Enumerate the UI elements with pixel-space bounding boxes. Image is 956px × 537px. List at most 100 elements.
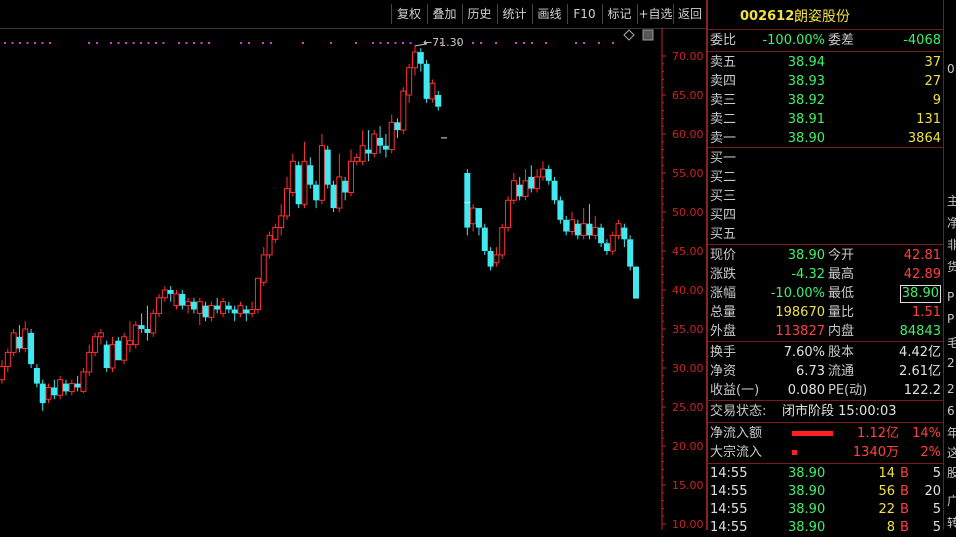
- stat-label: 总量: [710, 305, 737, 320]
- fund-value: 2.61亿: [899, 364, 941, 379]
- candle: [16, 325, 23, 353]
- candle-body: [615, 223, 622, 236]
- candle: [179, 290, 186, 310]
- high-marker-label: ←71.30: [423, 36, 464, 49]
- signal-dot: [575, 42, 577, 44]
- candle: [68, 379, 75, 396]
- clipped-text: 主: [947, 192, 956, 209]
- quote-panel: 002612 朗姿股份 委比 -100.00% 委差 -4068 卖五 38.94…: [708, 0, 943, 535]
- signal-dot: [110, 42, 112, 44]
- candle-body: [278, 215, 285, 229]
- candle: [161, 286, 168, 302]
- candle-body: [609, 234, 616, 252]
- candle-body: [295, 165, 302, 205]
- tick-side: B: [900, 502, 909, 517]
- candle-body: [33, 368, 40, 384]
- candle: [598, 223, 605, 248]
- candle-body: [68, 383, 75, 392]
- candle-body: [534, 176, 541, 190]
- signal-dot: [387, 42, 389, 44]
- bid-label: 买二: [710, 170, 737, 185]
- toolbar-item-6[interactable]: 标记: [603, 4, 636, 24]
- candle: [231, 305, 238, 322]
- candle: [627, 235, 634, 271]
- clipped-text: 非: [947, 236, 956, 253]
- candle-body: [603, 243, 610, 251]
- stat-value: 198670: [775, 305, 825, 320]
- signal-dot: [302, 42, 304, 44]
- clipped-text: 股: [947, 464, 956, 481]
- candlestick-chart[interactable]: 70.00 65.00 60.00 55.00 50.00 45.00 40.00 35.00…: [0, 28, 708, 530]
- candle: [522, 169, 529, 201]
- candle-body: [505, 199, 512, 229]
- fund-row: 净资 6.73 流通 2.61亿: [708, 362, 943, 381]
- candle-body: [115, 340, 122, 361]
- candle-body: [522, 180, 529, 197]
- candle: [225, 301, 232, 314]
- candle: [10, 329, 17, 357]
- stat-value: 42.81: [903, 248, 941, 263]
- candle: [289, 153, 296, 197]
- candle-body: [551, 180, 558, 201]
- candle: [150, 309, 157, 337]
- candle-body: [423, 63, 430, 99]
- bid-row: 买一: [708, 149, 943, 168]
- stat-value: -4.32: [791, 267, 825, 282]
- toolbar-item-7[interactable]: +自选: [638, 4, 673, 24]
- candle-body: [80, 371, 87, 392]
- tick-price: 38.90: [788, 484, 826, 499]
- bid-row: 买三: [708, 187, 943, 206]
- candle-body: [487, 251, 494, 267]
- fund-label: 净资: [710, 364, 737, 379]
- candle-body: [4, 351, 11, 367]
- clipped-text: P: [947, 312, 955, 326]
- toolbar-item-1[interactable]: 叠加: [428, 4, 461, 24]
- candle-body: [132, 324, 139, 346]
- fund-label: 股本: [828, 345, 855, 360]
- stat-row: 外盘 113827 内盘 84843: [708, 322, 943, 341]
- clipped-text: 2: [947, 382, 955, 396]
- toolbar-item-5[interactable]: F10: [568, 4, 601, 24]
- tick-row: 14:55 38.90 8 B 5: [708, 519, 943, 537]
- candle: [22, 321, 29, 353]
- candle: [411, 45, 418, 76]
- candle: [574, 219, 581, 240]
- bid-row: 买五: [708, 225, 943, 244]
- candle-body: [225, 305, 232, 310]
- toolbar-item-8[interactable]: 返回: [674, 4, 706, 24]
- candle: [510, 173, 517, 205]
- candle-body: [510, 180, 517, 201]
- candle: [62, 379, 69, 396]
- fund-label: 收益(一): [710, 383, 760, 398]
- toolbar-item-4[interactable]: 画线: [533, 4, 566, 24]
- stat-label: 涨幅: [710, 286, 737, 301]
- candle-body: [365, 149, 372, 154]
- window-toggle-icon[interactable]: [642, 29, 654, 41]
- toolbar-item-0[interactable]: 复权: [392, 4, 426, 24]
- candle-body: [417, 52, 424, 64]
- candle-body: [598, 227, 605, 244]
- candle-body: [586, 223, 593, 236]
- signal-dot: [379, 42, 382, 44]
- candle-body: [161, 289, 168, 299]
- candle-body: [39, 383, 46, 404]
- toolbar-item-2[interactable]: 历史: [463, 4, 496, 24]
- fund-value: 0.080: [787, 383, 825, 398]
- toolbar-item-3[interactable]: 统计: [498, 4, 531, 24]
- ask-label: 卖五: [710, 55, 737, 70]
- candle-body: [150, 312, 157, 334]
- tick-time: 14:55: [710, 502, 748, 517]
- candle-body: [220, 301, 227, 314]
- stat-row: 总量 198670 量比 1.51: [708, 303, 943, 322]
- candle-body: [45, 387, 52, 400]
- candle: [353, 153, 360, 166]
- clipped-text: 转: [947, 514, 956, 530]
- flow-percent: 14%: [912, 426, 941, 441]
- diamond-icon[interactable]: [623, 29, 635, 41]
- stock-name: 朗姿股份: [794, 9, 850, 25]
- candle-body: [237, 305, 244, 314]
- candle-body: [190, 301, 197, 310]
- divider: [708, 147, 943, 148]
- candle-body: [569, 219, 576, 233]
- y-tick-label: 10.00: [672, 518, 704, 530]
